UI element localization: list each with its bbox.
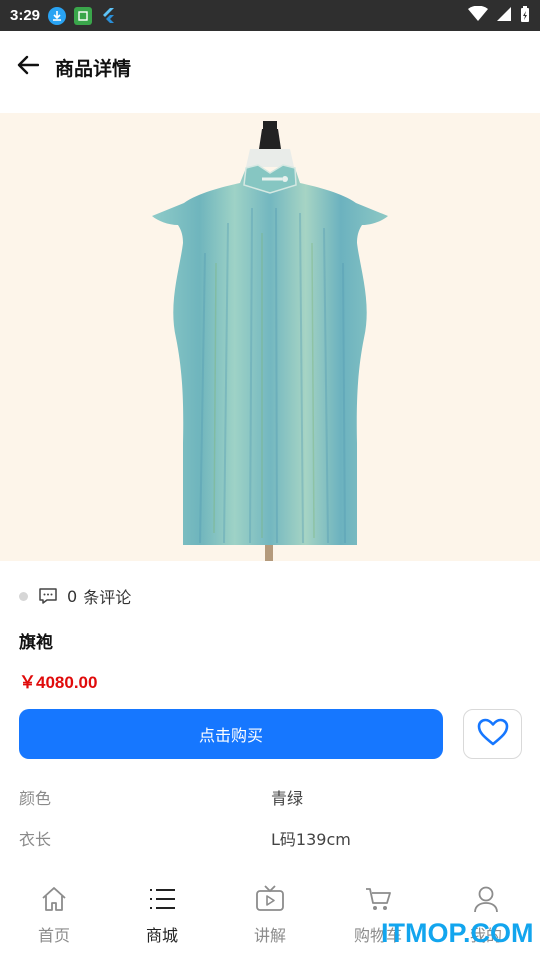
list-icon bbox=[147, 884, 177, 914]
status-time: 3:29 bbox=[10, 7, 41, 24]
arrow-left-icon bbox=[17, 55, 40, 79]
battery-icon bbox=[520, 5, 530, 27]
tv-play-icon bbox=[255, 884, 285, 914]
product-name: 旗袍 bbox=[19, 633, 53, 653]
tab-label: 首页 bbox=[37, 926, 70, 945]
app-bar: 商品详情 bbox=[0, 31, 540, 103]
product-price: ￥4080.00 bbox=[19, 673, 98, 692]
home-icon bbox=[39, 884, 69, 914]
comments-row[interactable]: 0 条评论 bbox=[19, 583, 131, 609]
tab-mall[interactable]: 商城 bbox=[108, 872, 216, 960]
user-icon bbox=[471, 884, 501, 914]
tab-home[interactable]: 首页 bbox=[0, 872, 108, 960]
spec-label: 衣长 bbox=[19, 830, 52, 849]
buy-button[interactable]: 点击购买 bbox=[19, 709, 443, 759]
comments-count: 0 bbox=[67, 586, 78, 606]
product-image bbox=[0, 113, 540, 561]
download-icon bbox=[48, 6, 67, 25]
tab-lecture[interactable]: 讲解 bbox=[216, 872, 324, 960]
watermark: ITMOP.COM bbox=[381, 918, 534, 948]
page-title: 商品详情 bbox=[55, 57, 132, 80]
status-bar: 3:29 bbox=[0, 0, 540, 31]
back-button[interactable] bbox=[16, 55, 40, 79]
spec-row-color: 颜色 青绿 bbox=[19, 784, 519, 810]
spec-value: L码139cm bbox=[271, 830, 351, 849]
heart-icon bbox=[477, 718, 509, 750]
tab-label: 商城 bbox=[145, 926, 178, 945]
comment-icon bbox=[38, 587, 58, 605]
flutter-icon bbox=[100, 7, 118, 25]
signal-icon bbox=[496, 6, 512, 26]
spec-row-length: 衣长 L码139cm bbox=[19, 825, 519, 851]
app-notification-icon bbox=[74, 6, 93, 25]
spec-label: 颜色 bbox=[19, 789, 52, 808]
tab-label: 讲解 bbox=[253, 926, 286, 945]
comments-label: 条评论 bbox=[83, 588, 132, 607]
spec-value: 青绿 bbox=[271, 789, 304, 808]
cart-icon bbox=[363, 884, 393, 914]
favorite-button[interactable] bbox=[463, 709, 522, 759]
wifi-icon bbox=[468, 5, 488, 26]
qipao-dress-illustration bbox=[152, 121, 388, 561]
indicator-dot bbox=[19, 591, 28, 601]
